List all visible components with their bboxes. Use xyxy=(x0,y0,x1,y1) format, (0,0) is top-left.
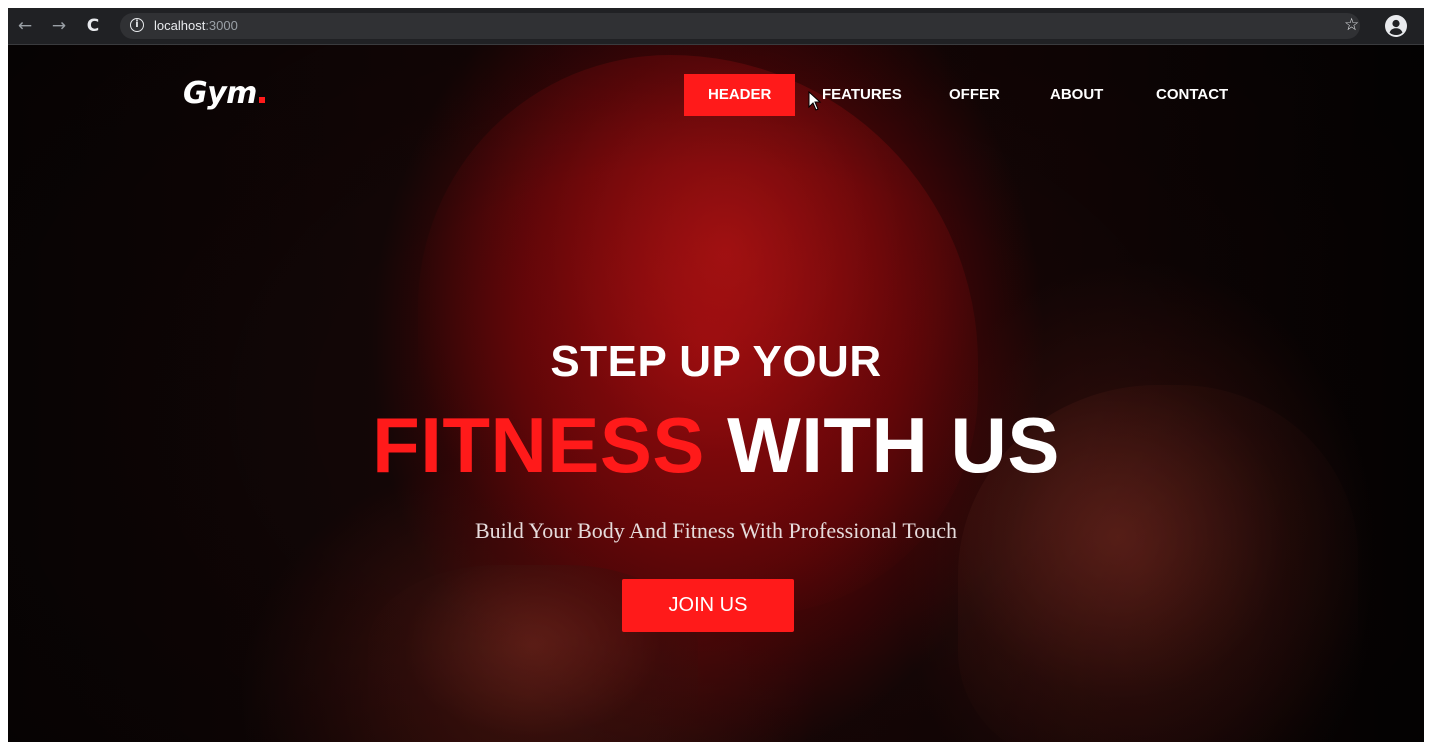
star-icon[interactable]: ☆ xyxy=(1344,14,1359,36)
hero-headline-rest: WITH US xyxy=(727,401,1060,489)
hero-headline-accent: FITNESS xyxy=(372,401,705,489)
site-logo[interactable]: Gym xyxy=(183,76,265,112)
address-bar[interactable]: i localhost:3000 xyxy=(120,13,1360,39)
url-text[interactable]: localhost:3000 xyxy=(154,18,238,34)
nav-item-features[interactable]: FEATURES xyxy=(822,74,902,116)
logo-text: Gym xyxy=(183,76,257,111)
arrow-right-icon[interactable]: → xyxy=(48,15,70,37)
hero-section: Gym HEADER FEATURES OFFER ABOUT CONTACT … xyxy=(8,45,1424,742)
nav-item-contact[interactable]: CONTACT xyxy=(1156,74,1228,116)
mouse-cursor-icon xyxy=(808,91,822,111)
browser-toolbar: ← → C i localhost:3000 ☆ xyxy=(8,8,1424,45)
hero-vignette xyxy=(8,45,1424,742)
reload-icon[interactable]: C xyxy=(82,15,104,37)
browser-window: ← → C i localhost:3000 ☆ Gym HEADER FEAT… xyxy=(8,8,1424,742)
arrow-left-icon[interactable]: ← xyxy=(14,15,36,37)
hero-headline-line1: STEP UP YOUR xyxy=(550,337,882,386)
nav-item-offer[interactable]: OFFER xyxy=(949,74,1000,116)
hero-headline-line2: FITNESS WITH US xyxy=(8,402,1424,488)
logo-dot xyxy=(258,97,265,103)
nav-item-about[interactable]: ABOUT xyxy=(1050,74,1103,116)
account-circle-icon[interactable] xyxy=(1384,14,1408,38)
url-host: localhost xyxy=(154,18,206,33)
info-icon[interactable]: i xyxy=(130,18,144,32)
hero-tagline: Build Your Body And Fitness With Profess… xyxy=(474,518,958,543)
join-us-button[interactable]: JOIN US xyxy=(622,579,794,632)
url-port: :3000 xyxy=(205,18,238,33)
nav-item-header[interactable]: HEADER xyxy=(684,74,796,116)
